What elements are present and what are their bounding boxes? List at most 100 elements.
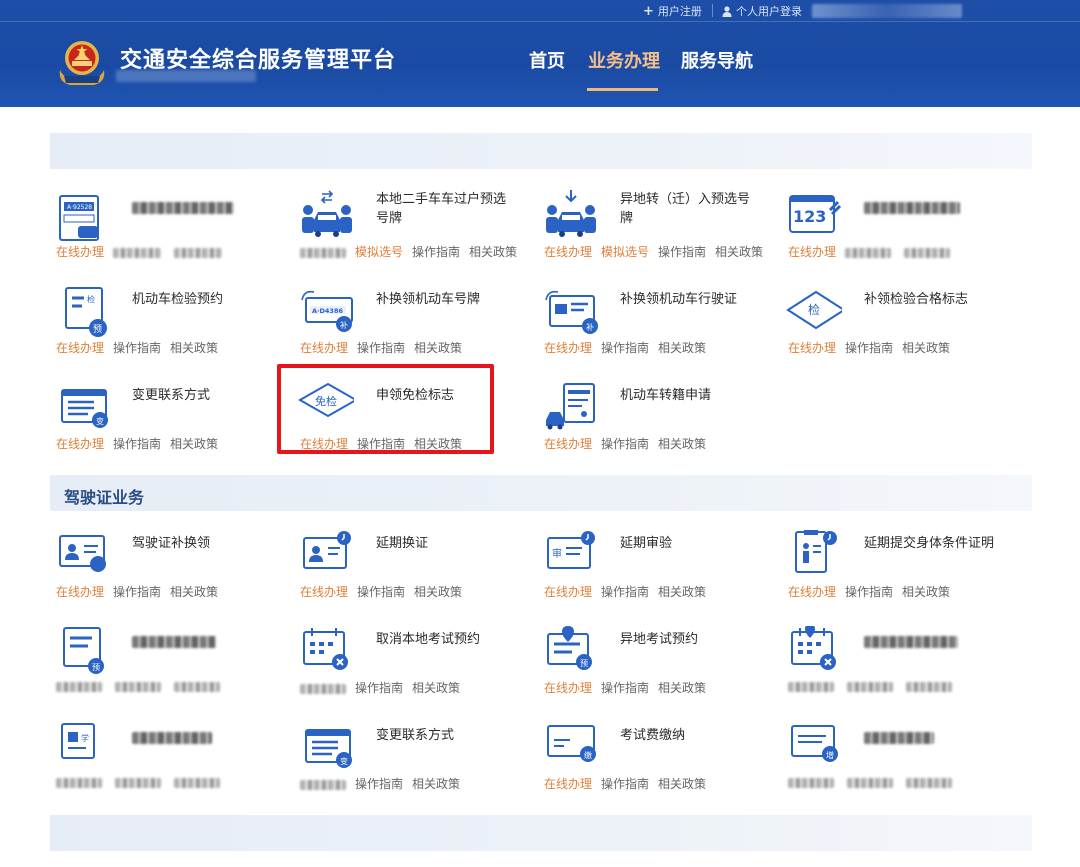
policy-link[interactable]: 相关政策	[469, 245, 517, 259]
policy-link[interactable]: 相关政策	[412, 777, 460, 791]
policy-link[interactable]: 相关政策	[658, 341, 706, 355]
online-link[interactable]: 在线办理	[788, 585, 836, 599]
service-item-remote-transfer[interactable]: 异地转（迁）入预选号牌 在线办理 模拟选号 操作指南 相关政策	[538, 190, 768, 270]
online-link[interactable]: 在线办理	[544, 585, 592, 599]
number-plate-123-icon: 123	[789, 195, 842, 233]
guide-link[interactable]: 操作指南	[355, 777, 403, 791]
simulate-link[interactable]: 模拟选号	[601, 245, 649, 259]
policy-link[interactable]: 相关政策	[902, 341, 950, 355]
service-item-cancel-exam[interactable]: 取消本地考试预约 操作指南 相关政策	[294, 626, 524, 706]
guide-link[interactable]: 操作指南	[355, 681, 403, 695]
service-item-exam-fee[interactable]: 缴 考试费缴纳 在线办理 操作指南 相关政策	[538, 722, 768, 802]
service-item-health-cert[interactable]: 延期提交身体条件证明 在线办理 操作指南 相关政策	[782, 530, 1012, 610]
service-item-blurred-6[interactable]: 增	[782, 722, 1012, 802]
nav-home[interactable]: 首页	[529, 47, 565, 73]
online-link[interactable]: 在线办理	[56, 437, 104, 451]
service-name: 延期提交身体条件证明	[864, 536, 995, 551]
service-name: 异地考试预约	[620, 632, 699, 647]
service-name-blurred	[132, 632, 272, 651]
service-item-blurred-1[interactable]: A·92528 在线办理	[50, 190, 280, 270]
policy-link[interactable]: 相关政策	[170, 585, 218, 599]
service-item-plate-replace[interactable]: A·D4386 补 补换领机动车号牌 在线办理 操作指南 相关政策	[294, 286, 524, 366]
service-item-vehicle-transfer[interactable]: 机动车转籍申请 在线办理 操作指南 相关政策	[538, 382, 768, 462]
service-links: 在线办理 操作指南 相关政策	[544, 435, 715, 452]
guide-link[interactable]: 操作指南	[601, 681, 649, 695]
online-link[interactable]: 在线办理	[56, 341, 104, 355]
service-item-contact-change[interactable]: 变 变更联系方式 在线办理 操作指南 相关政策	[50, 382, 280, 462]
svg-text:A·92528: A·92528	[67, 204, 92, 211]
policy-link[interactable]: 相关政策	[658, 585, 706, 599]
guide-link[interactable]: 操作指南	[357, 585, 405, 599]
online-link[interactable]: 在线办理	[56, 585, 104, 599]
policy-link[interactable]: 相关政策	[658, 681, 706, 695]
guide-link[interactable]: 操作指南	[601, 777, 649, 791]
blurred-subtitle	[116, 70, 256, 82]
online-link[interactable]: 在线办理	[788, 341, 836, 355]
policy-link[interactable]: 相关政策	[412, 681, 460, 695]
policy-link[interactable]: 相关政策	[170, 437, 218, 451]
policy-link[interactable]: 相关政策	[715, 245, 763, 259]
online-link[interactable]: 在线办理	[300, 341, 348, 355]
service-item-delay-renew[interactable]: 延期换证 在线办理 操作指南 相关政策	[294, 530, 524, 610]
service-item-blurred-5[interactable]: 学	[50, 722, 280, 802]
guide-link[interactable]: 操作指南	[357, 341, 405, 355]
online-link[interactable]: 在线办理	[544, 437, 592, 451]
guide-link[interactable]: 操作指南	[601, 437, 649, 451]
service-item-inspection-mark[interactable]: 检 补领检验合格标志 在线办理 操作指南 相关政策	[782, 286, 1012, 366]
service-item-blurred-3[interactable]: 预	[50, 626, 280, 706]
service-item-contact-change-driver[interactable]: 变 变更联系方式 操作指南 相关政策	[294, 722, 524, 802]
service-links: 操作指南 相关政策	[300, 679, 469, 696]
guide-link[interactable]: 操作指南	[601, 341, 649, 355]
policy-link[interactable]: 相关政策	[902, 585, 950, 599]
simulate-link[interactable]: 模拟选号	[355, 245, 403, 259]
svg-text:缴: 缴	[584, 750, 592, 760]
online-link[interactable]: 在线办理	[300, 585, 348, 599]
guide-link[interactable]: 操作指南	[113, 585, 161, 599]
nav-service-guide[interactable]: 服务导航	[681, 47, 753, 73]
policy-link[interactable]: 相关政策	[658, 777, 706, 791]
blurred-link	[113, 247, 162, 258]
online-link[interactable]: 在线办理	[544, 341, 592, 355]
driver-license-icon	[59, 535, 106, 572]
highlight-box	[277, 364, 494, 454]
online-link[interactable]: 在线办理	[544, 777, 592, 791]
online-link[interactable]: 在线办理	[544, 681, 592, 695]
service-name-blurred	[132, 198, 272, 217]
service-item-local-used-car[interactable]: 本地二手车车过户预选号牌 模拟选号 操作指南 相关政策	[294, 190, 524, 270]
police-emblem-icon[interactable]	[56, 36, 108, 88]
service-item-blurred-2[interactable]: 123 在线办理	[782, 190, 1012, 270]
svg-text:补: 补	[340, 320, 348, 330]
guide-link[interactable]: 操作指南	[845, 341, 893, 355]
service-item-blurred-4[interactable]	[782, 626, 1012, 706]
policy-link[interactable]: 相关政策	[658, 437, 706, 451]
online-link[interactable]: 在线办理	[788, 245, 836, 259]
page: + 用户注册 个人用户登录 交通安全综合服务管理平台 首页 业务办理 服务导航	[0, 0, 1080, 867]
policy-link[interactable]: 相关政策	[414, 341, 462, 355]
policy-link[interactable]: 相关政策	[414, 585, 462, 599]
service-name: 变更联系方式	[376, 728, 455, 743]
guide-link[interactable]: 操作指南	[601, 585, 649, 599]
guide-link[interactable]: 操作指南	[845, 585, 893, 599]
nav-business[interactable]: 业务办理	[588, 47, 660, 73]
service-item-license-replace-driver[interactable]: 驾驶证补换领 在线办理 操作指南 相关政策	[50, 530, 280, 610]
blurred-link	[173, 247, 222, 258]
nav-active-indicator	[587, 88, 658, 91]
service-name: 考试费缴纳	[620, 728, 686, 743]
guide-link[interactable]: 操作指南	[113, 437, 161, 451]
service-item-remote-exam[interactable]: 预 异地考试预约 在线办理 操作指南 相关政策	[538, 626, 768, 706]
register-link[interactable]: + 用户注册	[643, 3, 702, 19]
login-link[interactable]: 个人用户登录	[722, 3, 802, 19]
service-name: 补换领机动车行驶证	[620, 292, 738, 307]
online-link[interactable]: 在线办理	[56, 245, 104, 259]
service-item-license-replace[interactable]: 补 补换领机动车行驶证 在线办理 操作指南 相关政策	[538, 286, 768, 366]
guide-link[interactable]: 操作指南	[113, 341, 161, 355]
service-links: 在线办理 操作指南 相关政策	[788, 583, 959, 600]
online-link[interactable]: 在线办理	[544, 245, 592, 259]
svg-text:检: 检	[87, 294, 95, 304]
service-item-inspection-appointment[interactable]: 检 预 机动车检验预约 在线办理 操作指南 相关政策	[50, 286, 280, 366]
guide-link[interactable]: 操作指南	[412, 245, 460, 259]
delay-renew-icon	[303, 531, 351, 569]
policy-link[interactable]: 相关政策	[170, 341, 218, 355]
guide-link[interactable]: 操作指南	[658, 245, 706, 259]
service-item-delay-review[interactable]: 审 延期审验 在线办理 操作指南 相关政策	[538, 530, 768, 610]
